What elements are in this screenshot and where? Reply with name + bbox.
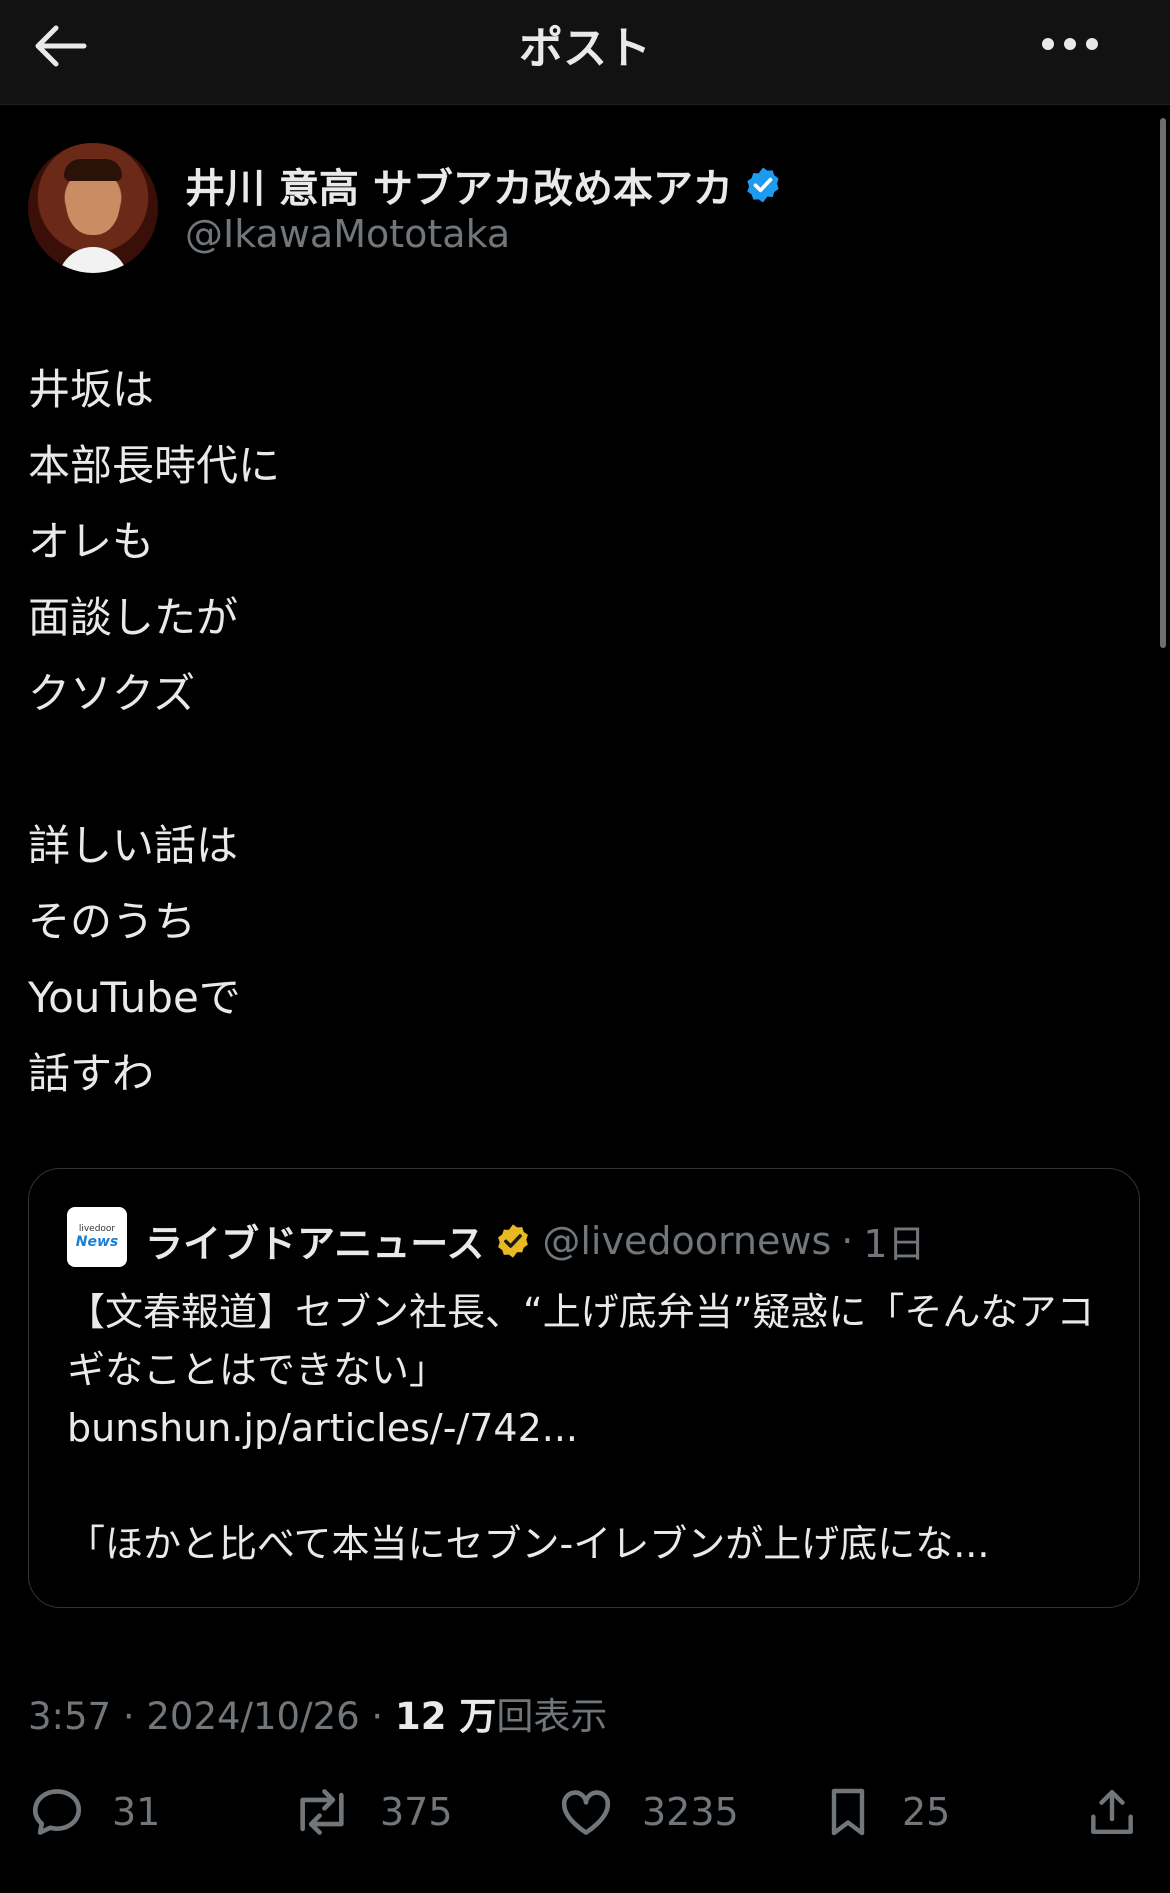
bookmark-count: 25: [902, 1790, 951, 1834]
repost-count: 375: [380, 1790, 453, 1834]
quoted-author-name: ライブドアニュース: [145, 1222, 485, 1266]
reply-icon: [32, 1789, 82, 1835]
verified-org-badge-icon: [498, 1223, 529, 1258]
avatar[interactable]: [28, 143, 158, 273]
post-time: 3:57: [28, 1695, 112, 1738]
post-text: 井坂は 本部長時代に オレも 面談したが クソクズ 詳しい話は そのうち You…: [28, 365, 281, 1098]
post-date: 2024/10/26: [146, 1695, 360, 1738]
reply-button[interactable]: 31: [28, 1780, 160, 1844]
like-button[interactable]: 3235: [556, 1780, 739, 1844]
quoted-author-handle: @livedoornews: [542, 1218, 832, 1263]
quoted-post-text: 【文春報道】セブン社長、“上げ底弁当”疑惑に「そんなアコギなことはできない」 b…: [67, 1290, 1095, 1566]
bookmark-button[interactable]: 25: [820, 1780, 950, 1844]
quoted-post-card[interactable]: livedoor News ライブドアニュース @livedoornews · …: [28, 1168, 1140, 1608]
repost-button[interactable]: 375: [290, 1780, 453, 1844]
like-count: 3235: [642, 1790, 739, 1834]
author-handle[interactable]: @IkawaMototaka: [185, 212, 510, 256]
top-bar: ポスト: [0, 0, 1170, 105]
author-name-text: 井川 意高 サブアカ改め本アカ: [185, 166, 733, 212]
scrollbar[interactable]: [1160, 118, 1166, 648]
author-display-name[interactable]: 井川 意高 サブアカ改め本アカ: [185, 156, 783, 214]
separator-dot: ·: [841, 1218, 854, 1263]
page-title: ポスト: [519, 23, 651, 74]
share-icon: [1091, 1789, 1133, 1835]
bookmark-icon: [831, 1788, 865, 1836]
view-count[interactable]: 12 万: [395, 1695, 496, 1738]
action-bar: 31 375 3235 25: [0, 1780, 1170, 1860]
heart-icon: [561, 1790, 611, 1835]
view-label: 回表示: [496, 1695, 608, 1738]
share-button[interactable]: [1084, 1780, 1140, 1844]
reply-count: 31: [112, 1790, 161, 1834]
quoted-post-header: ライブドアニュース @livedoornews · 1日: [145, 1213, 926, 1268]
verified-badge-icon: [747, 167, 779, 203]
more-dots-icon: [1042, 38, 1098, 50]
livedoor-news-logo: livedoor News: [67, 1207, 127, 1267]
quoted-post-time: 1日: [863, 1222, 926, 1266]
post-meta: 3:57 · 2024/10/26 · 12 万回表示: [28, 1695, 608, 1738]
repost-icon: [300, 1789, 344, 1835]
more-options-button[interactable]: [1030, 14, 1110, 74]
